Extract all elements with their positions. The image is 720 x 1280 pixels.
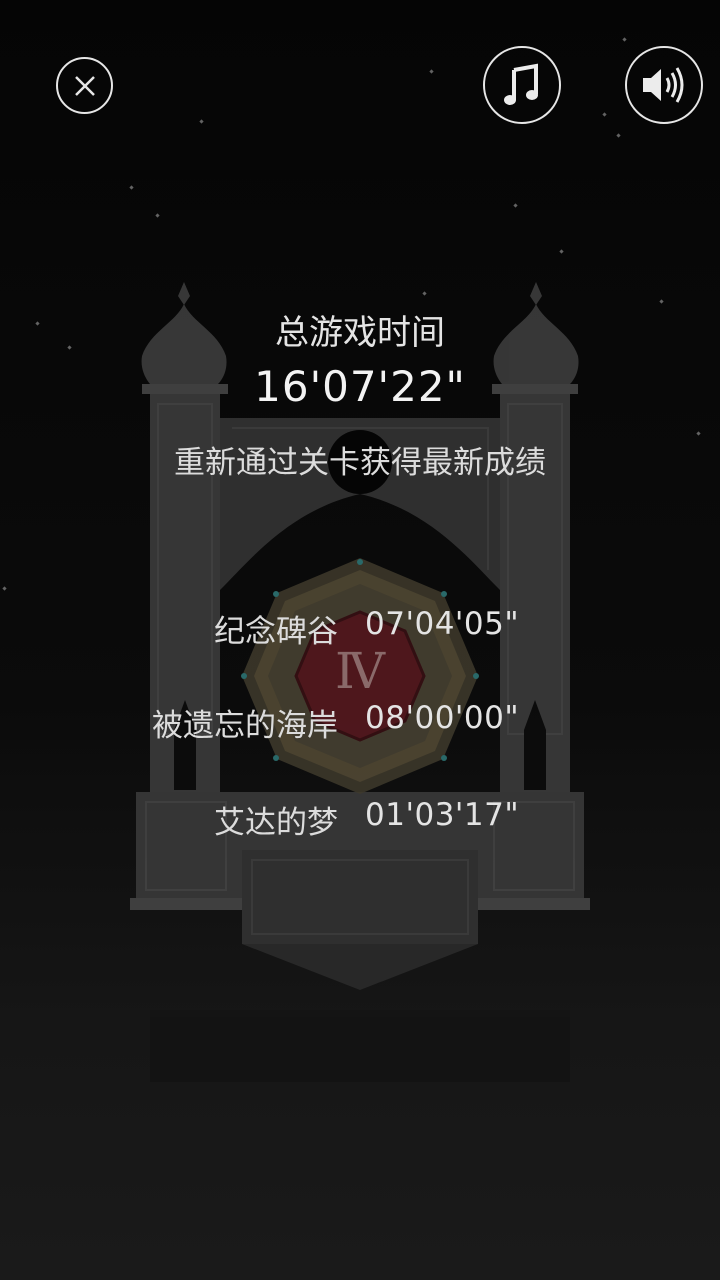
chapter-name: 被遗忘的海岸	[152, 708, 338, 744]
chapter-name: 纪念碑谷	[214, 614, 338, 650]
chapter-row: 艾达的梦 01'03'17"	[0, 797, 720, 841]
close-button[interactable]	[56, 57, 113, 114]
music-note-icon	[504, 63, 538, 105]
chapter-time: 01'03'17"	[365, 797, 520, 833]
total-playtime-value: 16'07'22"	[254, 362, 466, 411]
total-playtime-title: 总游戏时间	[275, 313, 445, 353]
chapter-row: 被遗忘的海岸 08'00'00"	[0, 700, 720, 744]
close-icon	[74, 75, 95, 96]
music-toggle-button[interactable]	[483, 46, 561, 124]
chapter-time: 07'04'05"	[365, 606, 520, 642]
speaker-icon	[643, 67, 684, 103]
chapter-row: 纪念碑谷 07'04'05"	[0, 606, 720, 650]
sound-toggle-button[interactable]	[625, 46, 703, 124]
chapter-time: 08'00'00"	[365, 700, 520, 736]
replay-hint: 重新通过关卡获得最新成绩	[174, 445, 546, 481]
chapter-name: 艾达的梦	[214, 805, 338, 841]
